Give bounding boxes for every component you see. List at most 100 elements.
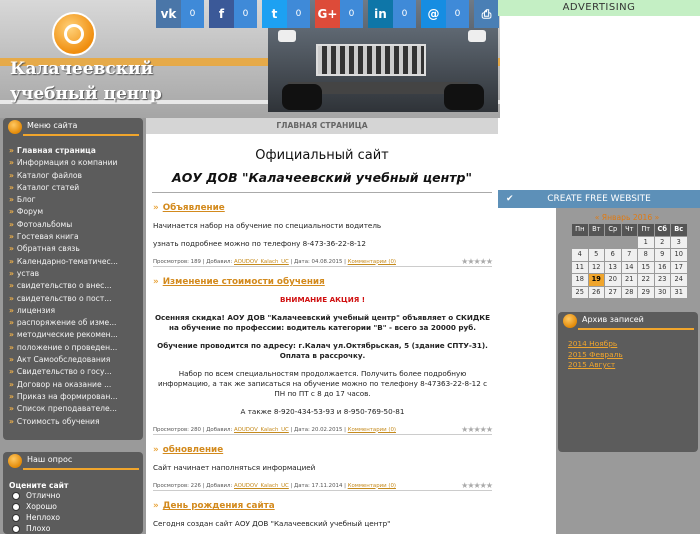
menu-item[interactable]: » Главная страница <box>9 145 143 157</box>
calendar-weekday: Пн <box>572 224 588 236</box>
menu-item[interactable]: » методические рекомен... <box>9 329 143 341</box>
menu-item-label: Договор на оказание ... <box>16 379 112 389</box>
calendar-day[interactable]: 3 <box>671 236 687 248</box>
archive-link[interactable]: 2014 Ноябрь <box>568 339 698 350</box>
menu-item[interactable]: » свидетельство о внес... <box>9 280 143 292</box>
calendar-day[interactable]: 1 <box>638 236 654 248</box>
post-title-link[interactable]: » обновление <box>153 445 492 455</box>
calendar-day[interactable]: 2 <box>654 236 670 248</box>
linkedin-share-button[interactable]: in 0 <box>368 0 416 28</box>
radio-button[interactable] <box>12 513 20 522</box>
calendar-day[interactable]: 23 <box>654 274 670 286</box>
radio-button[interactable] <box>12 491 20 500</box>
comments-link[interactable]: Комментарии (0) <box>348 483 396 489</box>
calendar-day[interactable]: 25 <box>572 286 588 298</box>
comments-link[interactable]: Комментарии (0) <box>348 259 396 265</box>
poll-option[interactable]: Плохо <box>3 523 143 534</box>
calendar-day[interactable]: 12 <box>588 261 604 273</box>
calendar-day[interactable]: 16 <box>654 261 670 273</box>
menu-item[interactable]: » распоряжение об изме... <box>9 317 143 329</box>
calendar-day[interactable]: 14 <box>621 261 637 273</box>
menu-item[interactable]: » свидетельство о пост... <box>9 293 143 305</box>
author-link[interactable]: AOUDOV_Kalach_UC <box>234 427 289 433</box>
calendar-day[interactable]: 20 <box>605 274 621 286</box>
calendar-day[interactable]: 18 <box>572 274 588 286</box>
archive-link[interactable]: 2015 Февраль <box>568 350 698 361</box>
calendar-day[interactable]: 9 <box>654 249 670 261</box>
calendar-day[interactable]: 15 <box>638 261 654 273</box>
poll-option[interactable]: Хорошо <box>3 501 143 512</box>
rating-stars-icon[interactable]: ★★★★★ <box>461 481 493 490</box>
menu-item[interactable]: » Список преподавателе... <box>9 403 143 415</box>
menu-item[interactable]: » Каталог файлов <box>9 170 143 182</box>
menu-item[interactable]: » Договор на оказание ... <box>9 379 143 391</box>
archive-link[interactable]: 2015 Август <box>568 360 698 371</box>
menu-item[interactable]: » Свидетельство о госу... <box>9 366 143 378</box>
menu-item-label: Список преподавателе... <box>16 404 117 414</box>
calendar-day[interactable]: 29 <box>638 286 654 298</box>
double-arrow-icon: » <box>9 367 14 377</box>
menu-item[interactable]: » Акт Самообследования <box>9 354 143 366</box>
author-link[interactable]: AOUDOV_Kalach_UC <box>234 259 289 265</box>
google-plus-share-button[interactable]: G+ 0 <box>315 0 363 28</box>
calendar-day[interactable]: 17 <box>671 261 687 273</box>
radio-button[interactable] <box>12 524 20 533</box>
menu-item[interactable]: » Фотоальбомы <box>9 219 143 231</box>
calendar-day[interactable]: 24 <box>671 274 687 286</box>
double-arrow-icon: » <box>153 277 159 287</box>
calendar-title[interactable]: « Январь 2016 » <box>572 212 682 224</box>
menu-item-label: Главная страница <box>16 146 96 155</box>
calendar-day[interactable]: 26 <box>588 286 604 298</box>
double-arrow-icon: » <box>9 281 14 291</box>
calendar-day[interactable]: 19 <box>588 274 604 286</box>
menu-item[interactable]: » Обратная связь <box>9 243 143 255</box>
calendar-day[interactable]: 7 <box>621 249 637 261</box>
calendar-day[interactable]: 22 <box>638 274 654 286</box>
calendar-day[interactable]: 31 <box>671 286 687 298</box>
post-title-link[interactable]: » Изменение стоимости обучения <box>153 277 492 287</box>
promo-discount: Осенняя скидка! АОУ ДОВ "Калачеевский уч… <box>154 313 491 332</box>
archive-title: Архив записей <box>582 315 644 324</box>
steering-wheel-logo-icon[interactable] <box>52 12 96 56</box>
calendar-day[interactable]: 11 <box>572 261 588 273</box>
comments-link[interactable]: Комментарии (0) <box>348 427 396 433</box>
menu-item[interactable]: » устав <box>9 268 143 280</box>
poll-option[interactable]: Неплохо <box>3 512 143 523</box>
calendar-day[interactable]: 28 <box>621 286 637 298</box>
print-share-button[interactable]: ⎙ <box>474 0 499 28</box>
menu-item[interactable]: » положение о проведен... <box>9 342 143 354</box>
site-title[interactable]: Калачеевский учебный центр <box>10 57 162 107</box>
radio-button[interactable] <box>12 502 20 511</box>
moimir-share-button[interactable]: @0 <box>421 0 469 28</box>
menu-item[interactable]: » Информация о компании <box>9 157 143 169</box>
calendar-day[interactable]: 13 <box>605 261 621 273</box>
post-title-link[interactable]: » Объявление <box>153 203 492 213</box>
menu-item[interactable]: » Блог <box>9 194 143 206</box>
calendar-day[interactable]: 30 <box>654 286 670 298</box>
calendar-day[interactable]: 6 <box>605 249 621 261</box>
menu-item[interactable]: » Стоимость обучения <box>9 416 143 428</box>
poll-option[interactable]: Отлично <box>3 490 143 501</box>
calendar-day[interactable]: 8 <box>638 249 654 261</box>
calendar-day[interactable]: 27 <box>605 286 621 298</box>
menu-item[interactable]: » Календарно-тематичес... <box>9 256 143 268</box>
twitter-share-button[interactable]: t0 <box>262 0 310 28</box>
menu-item[interactable]: » Гостевая книга <box>9 231 143 243</box>
rating-stars-icon[interactable]: ★★★★★ <box>461 257 493 266</box>
create-free-website-button[interactable]: ✔ CREATE FREE WEBSITE <box>498 190 700 208</box>
rating-stars-icon[interactable]: ★★★★★ <box>461 425 493 434</box>
vk-share-button[interactable]: vk 0 <box>156 0 204 28</box>
calendar-day[interactable]: 4 <box>572 249 588 261</box>
facebook-share-button[interactable]: f0 <box>209 0 257 28</box>
menu-item[interactable]: » Приказ на формирован... <box>9 391 143 403</box>
menu-item[interactable]: » лицензия <box>9 305 143 317</box>
calendar-day[interactable]: 5 <box>588 249 604 261</box>
post-title-link[interactable]: » День рождения сайта <box>153 501 492 511</box>
calendar-day[interactable]: 10 <box>671 249 687 261</box>
author-link[interactable]: AOUDOV_Kalach_UC <box>234 483 289 489</box>
menu-item[interactable]: » Форум <box>9 206 143 218</box>
double-arrow-icon: » <box>9 379 14 389</box>
calendar-day[interactable]: 21 <box>621 274 637 286</box>
print-icon: ⎙ <box>474 0 499 28</box>
menu-item[interactable]: » Каталог статей <box>9 182 143 194</box>
